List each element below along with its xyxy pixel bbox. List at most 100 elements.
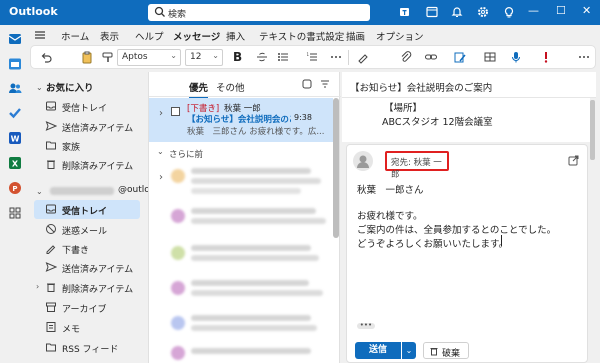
pop-out-icon[interactable]	[568, 155, 579, 166]
folder-rss[interactable]: RSS フィード	[34, 338, 140, 357]
tab-other[interactable]: その他	[216, 80, 245, 94]
redacted-message[interactable]	[191, 168, 311, 174]
chevron-right-icon[interactable]: ›	[159, 172, 163, 183]
mail-icon[interactable]	[7, 31, 23, 47]
more-commands-icon[interactable]	[577, 50, 591, 64]
folder-fav-deleted[interactable]: 削除済みアイテム	[34, 155, 140, 174]
attach-icon[interactable]	[399, 50, 413, 64]
redacted-message[interactable]	[191, 280, 309, 286]
list-divider	[149, 96, 341, 97]
font-size-select[interactable]: 12 ⌄	[185, 49, 223, 66]
reading-scrollbar[interactable]	[590, 100, 595, 160]
place-label: 【場所】	[384, 103, 423, 114]
folder-fav-family[interactable]: 家族	[34, 136, 140, 155]
bullets-icon[interactable]	[276, 50, 290, 64]
message-item-selected[interactable]: › [下書き] 秋葉 一郎 【お知らせ】会社説明会のご... 9:38 秋葉 三…	[149, 98, 333, 142]
numbering-icon[interactable]: 1	[305, 50, 319, 64]
dictate-icon[interactable]	[509, 50, 523, 64]
maximize-button[interactable]: ☐	[556, 4, 566, 17]
folder-drafts[interactable]: 下書き	[34, 239, 140, 258]
minimize-button[interactable]: —	[528, 4, 539, 17]
teams-icon[interactable]	[398, 5, 412, 19]
folder-fav-sent[interactable]: 送信済みアイテム	[34, 117, 140, 136]
chevron-down-icon: ⌄	[212, 51, 219, 60]
select-icon[interactable]	[301, 78, 313, 90]
chevron-right-icon[interactable]: ›	[159, 108, 163, 119]
clipboard-icon[interactable]	[80, 50, 94, 64]
tab-home[interactable]: ホーム	[61, 29, 89, 43]
search-input[interactable]: 検索	[148, 4, 370, 21]
format-painter-icon[interactable]	[101, 50, 115, 64]
redacted-message[interactable]	[191, 315, 311, 321]
draw-icon[interactable]	[356, 50, 370, 64]
chevron-down-icon[interactable]: ⌄	[157, 147, 164, 156]
importance-icon[interactable]	[539, 50, 553, 64]
select-checkbox[interactable]	[171, 107, 180, 116]
trash-icon	[45, 281, 57, 293]
lightbulb-icon[interactable]	[502, 5, 516, 19]
folder-fav-inbox[interactable]: 受信トレイ	[34, 97, 140, 116]
chevron-down-icon[interactable]: ⌄	[36, 187, 43, 196]
to-label-text: 宛先:	[391, 158, 411, 168]
tab-help[interactable]: ヘルプ	[135, 29, 164, 43]
folder-sent[interactable]: 送信済みアイテム	[34, 258, 140, 277]
folder-label: 削除済みアイテム	[62, 285, 134, 295]
folder-archive[interactable]: アーカイブ	[34, 298, 140, 317]
tab-options[interactable]: オプション	[376, 29, 424, 43]
chevron-down-icon[interactable]: ⌄	[36, 83, 43, 92]
redacted-message[interactable]	[191, 245, 311, 251]
table-icon[interactable]	[483, 50, 497, 64]
folder-junk[interactable]: 迷惑メール	[34, 220, 140, 239]
to-field[interactable]: 宛先: 秋葉 一郎	[385, 151, 449, 180]
body-line[interactable]: どうぞよろしくお願いいたします。	[357, 236, 508, 250]
hamburger-icon[interactable]	[33, 28, 47, 42]
send-options-button[interactable]: ⌄	[402, 342, 416, 359]
avatar	[353, 151, 373, 171]
word-icon[interactable]: W	[7, 130, 23, 146]
link-icon[interactable]	[424, 50, 438, 64]
filter-icon[interactable]	[319, 78, 331, 90]
strikethrough-icon[interactable]	[255, 50, 269, 64]
tab-draw[interactable]: 描画	[346, 29, 365, 43]
todo-icon[interactable]	[7, 105, 23, 121]
signature-icon[interactable]	[453, 50, 467, 64]
powerpoint-icon[interactable]: P	[7, 180, 23, 196]
tab-view[interactable]: 表示	[100, 29, 119, 43]
font-family-select[interactable]: Aptos ⌄	[117, 49, 181, 66]
font-size-value: 12	[190, 52, 202, 62]
discard-button[interactable]: 破棄	[423, 342, 469, 359]
tab-message[interactable]: メッセージ	[173, 29, 221, 47]
close-button[interactable]: ✕	[582, 4, 591, 17]
folder-notes[interactable]: メモ	[34, 318, 140, 337]
body-line[interactable]: ご案内の件は、全員参加するとのことでした。	[357, 222, 556, 236]
note-icon	[45, 321, 57, 333]
folder-inbox[interactable]: 受信トレイ	[34, 200, 140, 219]
body-line[interactable]: お疲れ様です。	[357, 208, 423, 222]
place-value: ABCスタジオ 12階会議室	[382, 117, 493, 128]
tab-format-text[interactable]: テキストの書式設定	[259, 29, 344, 43]
apps-icon[interactable]	[7, 205, 23, 221]
gear-icon[interactable]	[476, 5, 490, 19]
more-options-icon[interactable]	[329, 50, 343, 64]
body-greeting[interactable]: 秋葉 一郎さん	[357, 182, 424, 196]
calendar-app-icon[interactable]	[7, 56, 23, 72]
list-scrollbar[interactable]	[333, 98, 339, 238]
bold-button[interactable]: B	[233, 50, 242, 64]
bell-icon[interactable]	[450, 5, 464, 19]
excel-icon[interactable]: X	[7, 155, 23, 171]
subject-bar: 【お知らせ】会社説明会のご案内	[342, 72, 596, 98]
calendar-icon[interactable]	[425, 5, 439, 19]
people-icon[interactable]	[7, 80, 23, 96]
redacted-message[interactable]	[191, 208, 316, 214]
tab-insert[interactable]: 挿入	[226, 29, 245, 43]
show-trimmed-content-button[interactable]: •••	[357, 322, 375, 329]
send-button[interactable]: 送信	[355, 342, 401, 359]
undo-icon[interactable]	[39, 50, 53, 64]
svg-text:1: 1	[307, 52, 310, 57]
favorites-header[interactable]: お気に入り	[46, 80, 94, 94]
search-icon	[154, 6, 166, 18]
tab-focused[interactable]: 優先	[189, 80, 209, 98]
folder-deleted[interactable]: 削除済みアイテム	[34, 278, 140, 297]
section-header: さらに前	[169, 150, 204, 160]
redacted-message[interactable]	[191, 348, 311, 354]
